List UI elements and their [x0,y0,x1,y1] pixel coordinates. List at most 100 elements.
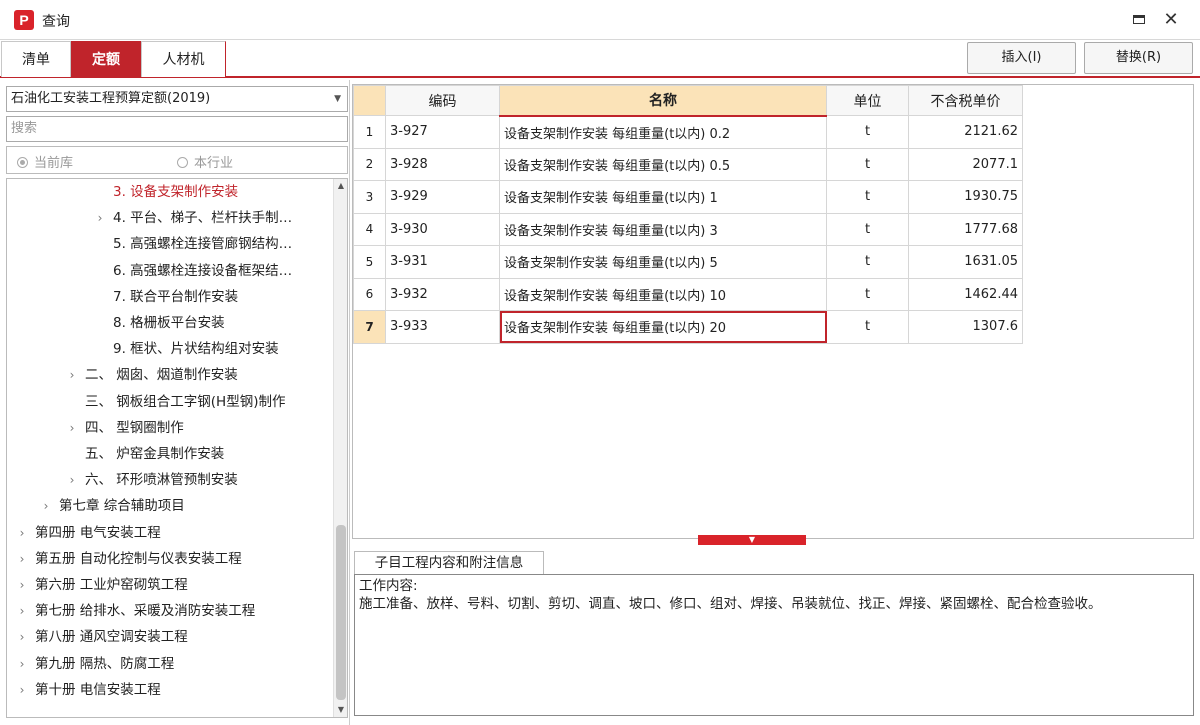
tree-item-label: 三、 钢板组合工字钢(H型钢)制作 [85,393,286,410]
info-panel: 工作内容: 施工准备、放样、号料、切割、剪切、调直、坡口、修口、组对、焊接、吊装… [354,574,1194,716]
app-logo-icon: P [14,10,34,30]
replace-button[interactable]: 替换(R) [1084,42,1193,74]
name-cell[interactable]: 设备支架制作安装 每组重量(t以内) 3 [499,212,827,246]
row-number[interactable]: 1 [353,115,386,149]
insert-button[interactable]: 插入(I) [967,42,1076,74]
name-cell[interactable]: 设备支架制作安装 每组重量(t以内) 20 [499,310,827,344]
unit-cell[interactable]: t [826,212,909,246]
category-tree: ▲ ▼ 3. 设备支架制作安装 › 4. 平台、梯子、栏杆扶手制… 5. 高强螺栓连接… [6,178,348,718]
chevron-right-icon[interactable]: › [65,415,79,441]
column-header-price[interactable]: 不含税单价 [908,85,1023,116]
panel-splitter[interactable]: ▼ [698,535,806,545]
chevron-right-icon[interactable]: › [15,546,29,572]
code-cell[interactable]: 3-927 [385,115,500,149]
table-header-row: 编码 名称 单位 不含税单价 [353,85,1023,117]
price-cell[interactable]: 1777.68 [908,212,1023,246]
close-button[interactable]: ✕ [1158,8,1184,32]
price-cell[interactable]: 1631.05 [908,245,1023,279]
price-cell[interactable]: 1930.75 [908,180,1023,214]
tree-item-label: 5. 高强螺栓连接管廊钢结构… [113,236,293,253]
price-cell[interactable]: 1307.6 [908,310,1023,344]
unit-cell[interactable]: t [826,180,909,214]
scroll-thumb[interactable] [336,525,346,700]
window-title: 查询 [42,14,70,30]
table-row[interactable]: 1 3-927 设备支架制作安装 每组重量(t以内) 0.2 t 2121.62 [353,115,1023,149]
maximize-icon [1133,14,1145,24]
price-cell[interactable]: 2121.62 [908,115,1023,149]
tab-labor-material-machine[interactable]: 人材机 [141,41,226,77]
tree-scrollbar[interactable]: ▲ ▼ [333,179,347,717]
code-cell[interactable]: 3-928 [385,147,500,181]
title-bar: P 查询 ✕ [0,0,1200,40]
row-number[interactable]: 6 [353,277,386,311]
maximize-button[interactable] [1126,8,1152,32]
chevron-right-icon[interactable]: › [65,467,79,493]
table-row[interactable]: 6 3-932 设备支架制作安装 每组重量(t以内) 10 t 1462.44 [353,277,1023,311]
chevron-right-icon[interactable]: › [15,651,29,677]
chevron-right-icon[interactable]: › [15,624,29,650]
unit-cell[interactable]: t [826,147,909,181]
tree-item-label: 4. 平台、梯子、栏杆扶手制… [113,210,293,227]
scroll-down-icon[interactable]: ▼ [334,703,347,717]
unit-cell[interactable]: t [826,245,909,279]
tree-item-label: 7. 联合平台制作安装 [113,288,239,305]
column-header-unit[interactable]: 单位 [826,85,909,116]
row-number[interactable]: 5 [353,245,386,279]
radio-industry[interactable]: 本行业 [177,152,233,171]
radio-unchecked-icon [177,157,188,168]
chevron-right-icon[interactable]: › [65,362,79,388]
code-cell[interactable]: 3-929 [385,180,500,214]
code-cell[interactable]: 3-931 [385,245,500,279]
column-header-code[interactable]: 编码 [385,85,500,116]
row-number[interactable]: 2 [353,147,386,181]
unit-cell[interactable]: t [826,277,909,311]
tab-sub-item-info[interactable]: 子目工程内容和附注信息 [354,551,544,575]
chevron-right-icon[interactable]: › [93,205,107,231]
tree-item-label: 第八册 通风空调安装工程 [35,629,188,646]
code-cell[interactable]: 3-932 [385,277,500,311]
radio-current-library-label: 当前库 [34,156,74,171]
table-row[interactable]: 4 3-930 设备支架制作安装 每组重量(t以内) 3 t 1777.68 [353,212,1023,246]
radio-current-library[interactable]: 当前库 [17,152,73,171]
price-cell[interactable]: 1462.44 [908,277,1023,311]
radio-industry-label: 本行业 [194,156,234,171]
unit-cell[interactable]: t [826,310,909,344]
code-cell[interactable]: 3-933 [385,310,500,344]
table-row[interactable]: 5 3-931 设备支架制作安装 每组重量(t以内) 5 t 1631.05 [353,245,1023,279]
info-content: 施工准备、放样、号料、切割、剪切、调直、坡口、修口、组对、焊接、吊装就位、找正、… [359,596,1102,612]
price-cell[interactable]: 2077.1 [908,147,1023,181]
tab-bar: 清单 定额 人材机 插入(I) 替换(R) [0,40,1200,78]
chevron-right-icon[interactable]: › [15,677,29,703]
tab-quota[interactable]: 定额 [71,41,141,77]
chevron-right-icon[interactable]: › [15,520,29,546]
unit-cell[interactable]: t [826,115,909,149]
tree-item-label: 6. 高强螺栓连接设备框架结… [113,262,293,279]
column-header-name[interactable]: 名称 [499,85,827,117]
tree-item-label: 3. 设备支架制作安装 [113,184,239,200]
name-cell[interactable]: 设备支架制作安装 每组重量(t以内) 1 [499,180,827,214]
row-number[interactable]: 4 [353,212,386,246]
tree-item-label: 8. 格栅板平台安装 [113,315,225,331]
name-cell[interactable]: 设备支架制作安装 每组重量(t以内) 10 [499,277,827,311]
name-cell[interactable]: 设备支架制作安装 每组重量(t以内) 5 [499,245,827,279]
name-cell[interactable]: 设备支架制作安装 每组重量(t以内) 0.2 [499,115,827,149]
info-heading: 工作内容: [359,578,418,594]
library-select[interactable]: 石油化工安装工程预算定额(2019) ▼ [6,86,348,112]
chevron-right-icon[interactable]: › [15,572,29,598]
table-row[interactable]: 7 3-933 设备支架制作安装 每组重量(t以内) 20 t 1307.6 [353,310,1023,344]
row-number[interactable]: 7 [353,310,386,344]
name-cell[interactable]: 设备支架制作安装 每组重量(t以内) 0.5 [499,147,827,181]
tab-bill[interactable]: 清单 [1,41,71,77]
row-number[interactable]: 3 [353,180,386,214]
table-row[interactable]: 3 3-929 设备支架制作安装 每组重量(t以内) 1 t 1930.75 [353,180,1023,214]
chevron-right-icon[interactable]: › [15,598,29,624]
scroll-up-icon[interactable]: ▲ [334,179,347,193]
table-row[interactable]: 2 3-928 设备支架制作安装 每组重量(t以内) 0.5 t 2077.1 [353,147,1023,181]
library-select-value: 石油化工安装工程预算定额(2019) [11,91,211,106]
tree-item-label: 第十册 电信安装工程 [35,681,161,698]
code-cell[interactable]: 3-930 [385,212,500,246]
chevron-right-icon[interactable]: › [39,493,53,519]
search-input[interactable]: 搜索 [6,116,348,142]
radio-checked-icon [17,157,28,168]
tree-item-label: 第七章 综合辅助项目 [59,498,185,515]
